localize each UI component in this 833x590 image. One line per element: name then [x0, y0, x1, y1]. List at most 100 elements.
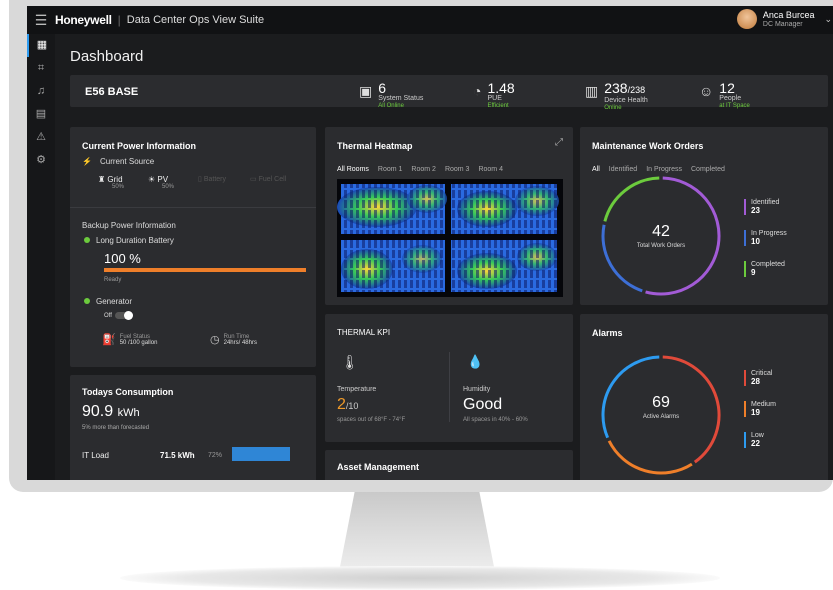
it-load-label: IT Load — [82, 451, 109, 460]
expand-icon[interactable]: ⤢ — [555, 137, 563, 148]
consumption-value: 90.9 — [82, 403, 114, 420]
wo-completed-value: 9 — [751, 268, 756, 277]
consumption-panel: Todays Consumption 90.9 kWh 5% more than… — [70, 375, 316, 480]
consumption-unit: kWh — [117, 407, 140, 419]
alarm-legend-low: Low 22 — [744, 432, 764, 448]
tab-room-3[interactable]: Room 3 — [445, 166, 470, 173]
battery-bar-fill — [104, 268, 306, 272]
tab-room-4[interactable]: Room 4 — [478, 166, 503, 173]
temperature-value-row: 2/10 — [337, 396, 358, 414]
tab-all-rooms[interactable]: All Rooms — [337, 166, 369, 173]
generator-toggle[interactable]: Off — [104, 311, 133, 320]
source-pv-label: PV — [157, 175, 169, 184]
power-divider — [70, 207, 316, 208]
system-status-stat: ▣ 6 System Status All Online — [359, 81, 423, 109]
asset-title: Asset Management — [337, 462, 420, 472]
sun-icon: ☀ — [148, 175, 156, 184]
temperature-total: /10 — [345, 401, 359, 411]
consumption-title: Todays Consumption — [82, 387, 174, 397]
alarm-legend-critical: Critical 28 — [744, 370, 772, 386]
source-pv: ☀ PV 50% — [148, 175, 174, 190]
source-grid-label: Grid — [107, 175, 123, 184]
thermal-heatmap-image — [337, 179, 563, 297]
fuel-pump-icon: ⛽ — [102, 334, 116, 346]
tab-room-2[interactable]: Room 2 — [411, 166, 436, 173]
kpi-divider — [449, 352, 450, 422]
gauge-icon: ◔ — [473, 83, 482, 99]
power-title: Current Power Information — [82, 141, 197, 151]
alarms-title: Alarms — [592, 328, 623, 338]
network-icon[interactable]: ⌗ — [27, 57, 55, 80]
app-title: Data Center Ops View Suite — [126, 14, 265, 26]
thermal-kpi-panel: THERMAL KPI 🌡 💧 Temperature 2/10 spaces … — [325, 314, 573, 442]
device-health-label: Device Health — [604, 97, 648, 104]
page-title: Dashboard — [70, 48, 144, 65]
device-icon: ▥ — [585, 83, 599, 99]
source-battery-label: Battery — [203, 176, 226, 183]
generator-state: Off — [104, 312, 112, 319]
device-health-value: 238 — [604, 80, 628, 96]
wo-completed-label: Completed — [751, 261, 785, 268]
wo-legend-completed: Completed 9 — [744, 261, 785, 277]
fuel-status: ⛽ Fuel Status 50 /100 gallon — [102, 333, 157, 347]
kpi-title: THERMAL KPI — [337, 328, 391, 337]
chevron-down-icon[interactable]: ⌄ — [824, 14, 832, 25]
settings-gear-icon[interactable]: ⚙ — [27, 149, 55, 172]
sidebar: ▦ ⌗ ♫ ▤ ⚠ ⚙ — [27, 34, 55, 480]
wo-inprogress-value: 10 — [751, 237, 760, 246]
humidity-label: Humidity — [463, 386, 491, 393]
fuel-cell-icon: ▭ — [250, 176, 257, 183]
source-pv-pct: 50% — [162, 184, 175, 190]
warning-icon[interactable]: ⚠ — [27, 126, 55, 149]
clock-icon: ◷ — [210, 334, 220, 346]
source-grid-pct: 50% — [112, 184, 125, 190]
source-fuelcell-label: Fuel Cell — [258, 176, 287, 183]
wo-identified-label: Identified — [751, 199, 780, 206]
it-load-value: 71.5 kWh — [160, 451, 195, 460]
user-menu[interactable]: Anca Burcea DC Manager ⌄ — [736, 9, 832, 29]
tower-icon: ♜ — [98, 175, 106, 184]
current-source-label: Current Source — [99, 157, 155, 166]
server-icon: ▣ — [359, 83, 373, 99]
power-panel: Current Power Information ⚡ Current Sourc… — [70, 127, 316, 367]
thermal-title: Thermal Heatmap — [337, 141, 413, 151]
alDonut-segment-1 — [607, 440, 693, 475]
tab-room-1[interactable]: Room 1 — [378, 166, 403, 173]
document-icon[interactable]: ▤ — [27, 103, 55, 126]
alarm-medium-label: Medium — [751, 401, 776, 408]
source-battery: ▯ Battery — [198, 175, 226, 183]
user-role: DC Manager — [762, 20, 803, 28]
dashboard-grid-icon[interactable]: ▦ — [27, 34, 55, 57]
humidity-note: All spaces in 40% - 60% — [463, 417, 528, 423]
alarm-medium-value: 19 — [751, 408, 760, 417]
consumption-note: 5% more than forecasted — [82, 425, 150, 431]
system-status-value: 6 — [378, 80, 387, 96]
thermometer-icon: 🌡 — [341, 354, 359, 370]
brand-logo: Honeywell — [55, 13, 112, 27]
workorders-total-label: Total Work Orders — [636, 243, 686, 249]
hamburger-menu-icon[interactable]: ☰ — [27, 12, 55, 29]
alarms-panel: Alarms 69 Active Alarms Critical 28 Mediu… — [580, 314, 828, 480]
device-health-sub: Online — [604, 105, 622, 111]
workorders-total: 42 — [652, 223, 670, 240]
it-load-track — [232, 447, 312, 461]
source-fuelcell: ▭ Fuel Cell — [250, 175, 286, 183]
droplet-icon: 💧 — [467, 354, 484, 369]
site-name: E56 BASE — [85, 86, 139, 98]
it-load-pct: 72% — [208, 452, 223, 459]
current-source-row: ⚡ Current Source — [82, 157, 154, 166]
toggle-switch[interactable] — [114, 311, 133, 320]
pue-stat: ◔ 1.48 PUE Efficient — [473, 81, 515, 109]
temperature-label: Temperature — [337, 386, 377, 393]
generator-row: Generator — [84, 297, 132, 306]
humidity-value: Good — [463, 396, 503, 413]
user-name: Anca Burcea — [762, 9, 815, 20]
people-stat: ☺ 12 People at IT Space — [699, 81, 750, 109]
monitor-stand-neck — [339, 492, 495, 572]
alarm-critical-label: Critical — [751, 370, 773, 377]
battery-label: Long Duration Battery — [96, 236, 174, 245]
monitor-frame: ☰ Honeywell | Data Center Ops View Suite… — [9, 0, 833, 492]
top-bar: ☰ Honeywell | Data Center Ops View Suite… — [27, 6, 833, 34]
bell-icon[interactable]: ♫ — [27, 80, 55, 103]
consumption-value-row: 90.9 kWh — [82, 403, 140, 421]
